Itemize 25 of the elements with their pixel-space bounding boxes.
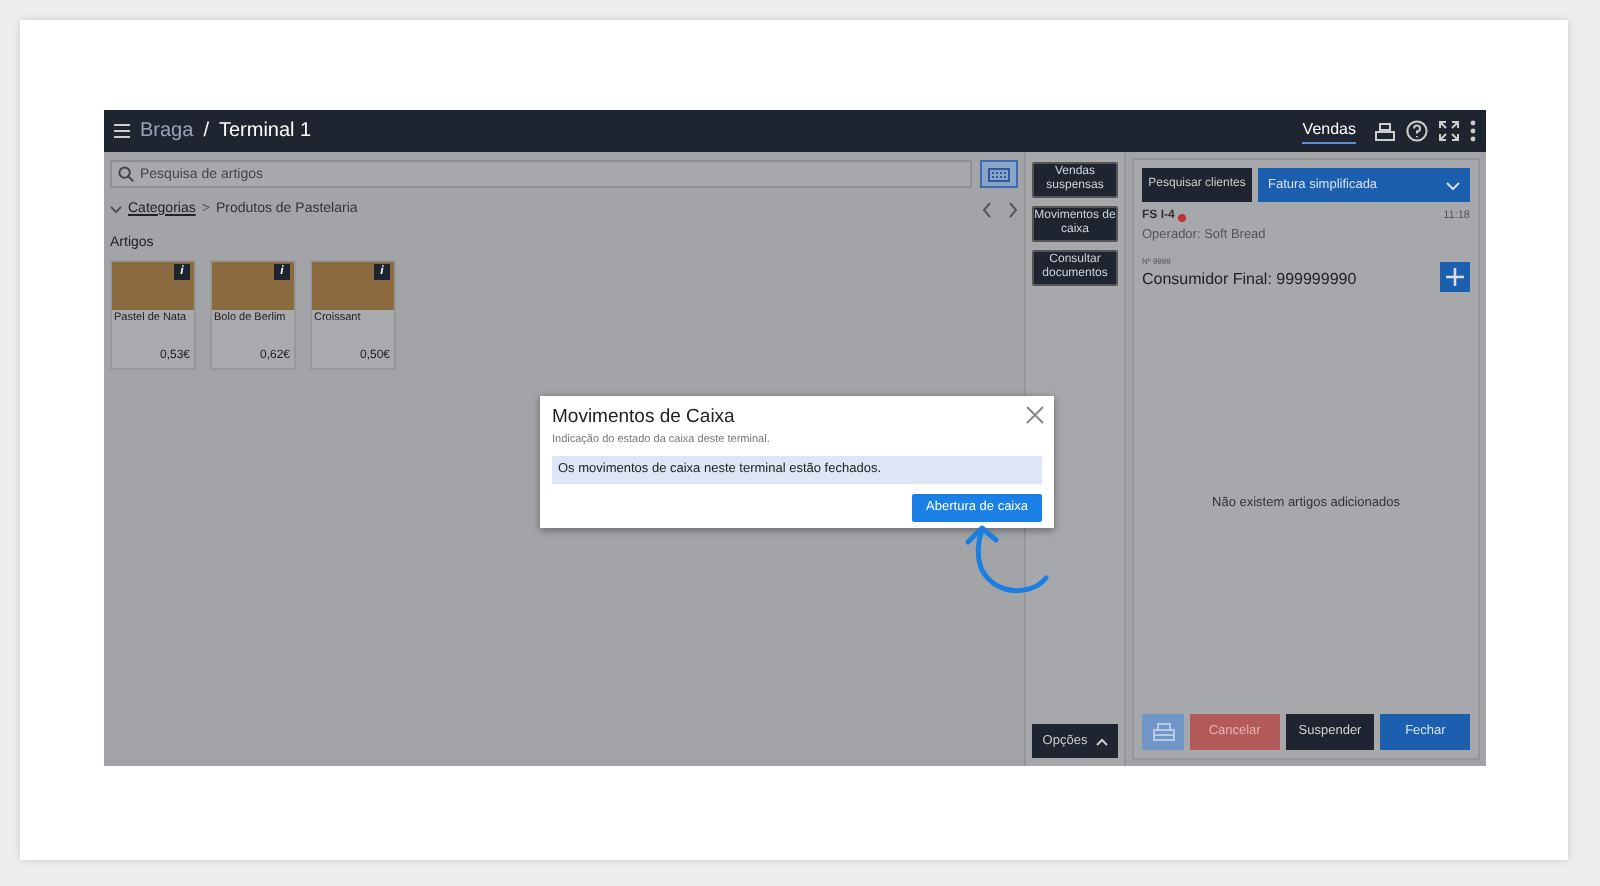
chevron-down-icon — [1446, 181, 1460, 189]
close-icon[interactable] — [1026, 406, 1044, 424]
customer-name: Consumidor Final: 999999990 — [1142, 267, 1359, 292]
keyboard-icon — [988, 167, 1010, 181]
sales-tab[interactable]: Vendas — [1302, 118, 1356, 144]
location-name: Braga — [140, 118, 194, 146]
photo-placeholder — [312, 261, 394, 309]
keyboard-button[interactable] — [980, 160, 1018, 188]
menu-icon[interactable] — [114, 124, 130, 138]
photo-placeholder — [112, 261, 194, 309]
chevron-up-icon — [1095, 737, 1108, 745]
search-icon — [118, 166, 134, 182]
fullscreen-icon[interactable] — [1438, 120, 1460, 142]
curved-arrow-icon — [960, 522, 1052, 598]
chevron-down-icon[interactable] — [110, 206, 122, 214]
chevron-left-icon[interactable] — [982, 202, 992, 218]
photo-placeholder — [212, 261, 294, 309]
terminal-name: Terminal 1 — [218, 118, 312, 146]
modal-title: Movimentos de Caixa — [552, 404, 735, 432]
chevron-right-icon[interactable] — [1008, 202, 1018, 218]
more-icon[interactable] — [1470, 120, 1476, 142]
path-separator: / — [203, 118, 209, 146]
add-button[interactable] — [1440, 261, 1470, 292]
plus-icon — [1446, 267, 1464, 286]
help-icon[interactable] — [1406, 120, 1428, 142]
